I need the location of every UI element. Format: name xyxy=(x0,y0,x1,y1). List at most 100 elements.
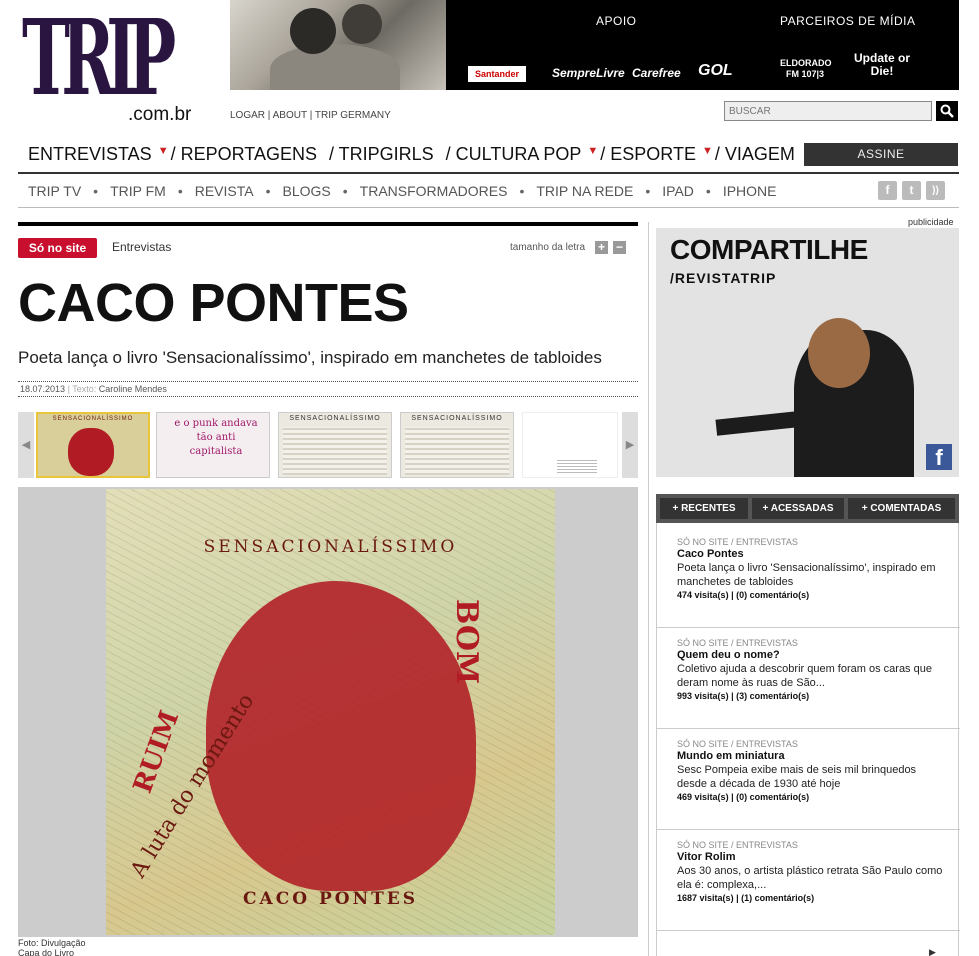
sub-nav: TRIP TV • TRIP FM • REVISTA • BLOGS • TRANSF… xyxy=(28,183,777,199)
ad-handle: /REVISTATRIP xyxy=(670,270,777,286)
nav-cultura-pop[interactable]: / CULTURA POP ▼ xyxy=(446,144,601,166)
compartilhe-ad[interactable]: COMPARTILHE /REVISTATRIP f xyxy=(656,228,959,477)
facebook-icon[interactable]: f xyxy=(878,181,897,200)
rss-icon[interactable]: )) xyxy=(926,181,945,200)
gallery-thumb-2[interactable]: e o punk andava tão anti capitalista xyxy=(156,412,270,478)
item-title[interactable]: Quem deu o nome? xyxy=(677,649,947,662)
dropdown-arrow-icon: ▼ xyxy=(701,145,713,157)
author-label: Texto: xyxy=(72,384,97,394)
item-category[interactable]: SÓ NO SITE / ENTREVISTAS xyxy=(677,739,947,750)
photo-caption: Foto: Divulgação Capa do Livro xyxy=(18,938,86,956)
header-photo xyxy=(230,0,446,90)
article-subtitle: Poeta lança o livro 'Sensacionalíssimo',… xyxy=(18,348,602,367)
nav-entrevistas[interactable]: ENTREVISTAS ▼ xyxy=(28,144,171,166)
tab-acessadas[interactable]: + ACESSADAS xyxy=(752,498,844,519)
gallery-thumb-5[interactable] xyxy=(522,412,618,478)
dropdown-arrow-icon: ▼ xyxy=(587,145,599,157)
parceiros-label: PARCEIROS DE MÍDIA xyxy=(780,14,916,28)
item-title[interactable]: Vitor Rolim xyxy=(677,851,947,864)
list-item[interactable]: SÓ NO SITE / ENTREVISTAS Vitor Rolim Aos… xyxy=(677,840,947,905)
gallery-prev-button[interactable]: ◀ xyxy=(18,412,34,478)
search-button[interactable] xyxy=(936,101,958,121)
main-nav: ENTREVISTAS ▼ / REPORTAGENS / TRIPGIRLS /… xyxy=(28,144,795,166)
list-item[interactable]: SÓ NO SITE / ENTREVISTAS Mundo em miniat… xyxy=(677,739,947,804)
subnav-trip-na-rede[interactable]: TRIP NA REDE xyxy=(536,183,633,199)
santander-logo[interactable]: Santander xyxy=(468,66,526,82)
column-top-bar xyxy=(18,222,638,226)
sponsor-banner: APOIO PARCEIROS DE MÍDIA Santander Sempr… xyxy=(446,0,959,90)
tab-comentadas[interactable]: + COMENTADAS xyxy=(848,498,955,519)
item-category[interactable]: SÓ NO SITE / ENTREVISTAS xyxy=(677,537,947,548)
nav-viagem[interactable]: / VIAGEM xyxy=(715,144,795,166)
subnav-trip-tv[interactable]: TRIP TV xyxy=(28,183,81,199)
photo-credit: Foto: Divulgação xyxy=(18,938,86,948)
updateordie-logo[interactable]: Update or Die! xyxy=(854,52,910,78)
article-main-image: SENSACIONALÍSSIMO BOM RUIM A luta do mom… xyxy=(18,487,638,937)
item-description: Sesc Pompeia exibe mais de seis mil brin… xyxy=(677,764,917,790)
article-date: 18.07.2013 xyxy=(20,384,66,394)
book-cover-image: SENSACIONALÍSSIMO BOM RUIM A luta do mom… xyxy=(106,489,555,935)
sidebar-tabs: + RECENTES + ACESSADAS + COMENTADAS xyxy=(656,494,959,523)
divider xyxy=(18,172,959,174)
font-increase-button[interactable]: + xyxy=(595,241,608,254)
tab-recentes[interactable]: + RECENTES xyxy=(660,498,748,519)
ad-headline: COMPARTILHE xyxy=(670,234,868,265)
about-link[interactable]: ABOUT xyxy=(273,110,307,121)
font-size-label: tamanho da letra xyxy=(510,242,586,253)
site-logo[interactable]: TRIP .com.br xyxy=(20,6,220,128)
subnav-trip-fm[interactable]: TRIP FM xyxy=(110,183,166,199)
nav-tripgirls[interactable]: / TRIPGIRLS xyxy=(329,144,434,166)
item-description: Poeta lança o livro 'Sensacionalíssimo',… xyxy=(677,562,936,588)
item-category[interactable]: SÓ NO SITE / ENTREVISTAS xyxy=(677,840,947,851)
list-item[interactable]: SÓ NO SITE / ENTREVISTAS Quem deu o nome… xyxy=(677,638,947,703)
article-meta: 18.07.2013 | Texto: Caroline Mendes xyxy=(20,384,167,394)
nav-esporte[interactable]: / ESPORTE ▼ xyxy=(600,144,715,166)
trip-germany-link[interactable]: TRIP GERMANY xyxy=(315,110,391,121)
cover-author: CACO PONTES xyxy=(243,889,418,909)
logo-domain: .com.br xyxy=(128,104,192,125)
dropdown-arrow-icon: ▼ xyxy=(157,145,169,157)
page-title: CACO PONTES xyxy=(18,273,409,333)
gallery-thumb-3[interactable]: SENSACIONALÍSSIMO xyxy=(278,412,392,478)
item-category[interactable]: SÓ NO SITE / ENTREVISTAS xyxy=(677,638,947,649)
twitter-icon[interactable]: t xyxy=(902,181,921,200)
ad-label: publicidade xyxy=(908,217,954,227)
eldorado-logo[interactable]: ELDORADO FM 107|3 xyxy=(780,58,832,80)
search-input[interactable] xyxy=(724,101,932,121)
gol-logo[interactable]: GOL xyxy=(698,62,733,80)
subnav-transformadores[interactable]: TRANSFORMADORES xyxy=(360,183,508,199)
gallery-next-button[interactable]: ▶ xyxy=(622,412,638,478)
so-no-site-badge[interactable]: Só no site xyxy=(18,238,97,258)
subnav-revista[interactable]: REVISTA xyxy=(195,183,254,199)
cover-title: SENSACIONALÍSSIMO xyxy=(203,537,458,557)
logar-link[interactable]: LOGAR xyxy=(230,110,265,121)
item-description: Coletivo ajuda a descobrir quem foram os… xyxy=(677,663,932,689)
cover-word-bom: BOM xyxy=(449,599,484,685)
item-stats: 993 visita(s) | (3) comentário(s) xyxy=(677,691,810,701)
gallery-thumb-1[interactable]: SENSACIONALÍSSIMO xyxy=(36,412,150,478)
list-item[interactable]: SÓ NO SITE / ENTREVISTAS Caco Pontes Poe… xyxy=(677,537,947,602)
semprelivre-logo[interactable]: SempreLivre xyxy=(552,66,625,80)
divider xyxy=(18,207,959,208)
item-stats: 469 visita(s) | (0) comentário(s) xyxy=(677,792,810,802)
item-stats: 1687 visita(s) | (1) comentário(s) xyxy=(677,893,815,903)
author-link[interactable]: Caroline Mendes xyxy=(99,384,167,394)
facebook-icon[interactable]: f xyxy=(926,444,952,470)
subnav-iphone[interactable]: IPHONE xyxy=(723,183,777,199)
logo-mark: TRIP xyxy=(22,0,176,119)
assine-button[interactable]: ASSINE xyxy=(804,143,958,166)
subnav-ipad[interactable]: IPAD xyxy=(662,183,694,199)
gallery-thumb-4[interactable]: SENSACIONALÍSSIMO xyxy=(400,412,514,478)
subnav-blogs[interactable]: BLOGS xyxy=(283,183,331,199)
more-arrow-icon[interactable]: ▶ xyxy=(929,947,936,956)
carefree-logo[interactable]: Carefree xyxy=(632,66,681,80)
top-links: LOGAR | ABOUT | TRIP GERMANY xyxy=(230,110,391,121)
item-title[interactable]: Mundo em miniatura xyxy=(677,750,947,763)
column-divider xyxy=(648,222,649,956)
breadcrumb-entrevistas[interactable]: Entrevistas xyxy=(112,240,171,254)
nav-reportagens[interactable]: / REPORTAGENS xyxy=(171,144,317,166)
photo-description: Capa do Livro xyxy=(18,948,75,956)
font-decrease-button[interactable]: − xyxy=(613,241,626,254)
apoio-label: APOIO xyxy=(596,14,637,28)
item-title[interactable]: Caco Pontes xyxy=(677,548,947,561)
